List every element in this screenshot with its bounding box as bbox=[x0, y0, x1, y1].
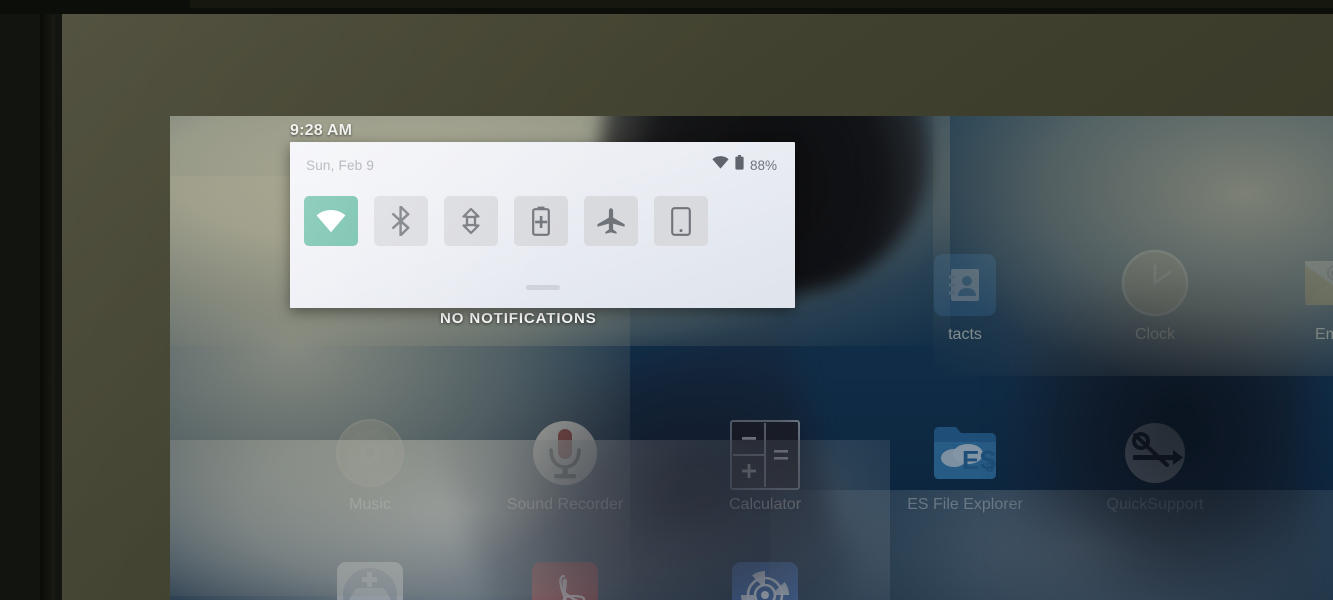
rotate-icon bbox=[457, 207, 485, 235]
app-icon-clock[interactable]: Clock bbox=[1080, 246, 1230, 344]
app-icon-image bbox=[1080, 416, 1230, 494]
quick-tile-auto-rotate[interactable] bbox=[444, 196, 498, 246]
app-icon-image bbox=[295, 416, 445, 494]
airplane-icon bbox=[596, 207, 626, 235]
microphone-icon bbox=[529, 417, 601, 494]
app-label: Clock bbox=[1134, 326, 1175, 343]
no-notifications-label: NO NOTIFICATIONS bbox=[440, 310, 597, 327]
app-icon-image bbox=[490, 416, 640, 494]
email-icon bbox=[1304, 257, 1333, 314]
calculator-icon bbox=[730, 420, 800, 490]
app-icon-contacts[interactable]: tacts bbox=[890, 246, 1040, 344]
adobe-acrobat-icon bbox=[532, 562, 598, 600]
app-label: Music bbox=[349, 496, 391, 513]
quick-tile-airplane-mode[interactable] bbox=[584, 196, 638, 246]
endoscope-icon bbox=[732, 562, 798, 600]
app-icon-image bbox=[690, 416, 840, 494]
app-icon-email[interactable]: Email bbox=[1260, 246, 1333, 344]
quick-tile-wifi[interactable] bbox=[304, 196, 358, 246]
tablet-cast-icon bbox=[671, 206, 691, 236]
app-icon-quicksupport[interactable]: QuickSupport bbox=[1080, 416, 1230, 514]
battery-icon bbox=[735, 155, 744, 175]
bluetooth-icon bbox=[390, 206, 412, 236]
status-bar: 9:28 AM bbox=[290, 118, 690, 144]
quick-settings-drag-handle[interactable] bbox=[525, 285, 560, 290]
battery-percent-label: 88% bbox=[749, 157, 777, 173]
car-diagnosis-icon bbox=[337, 562, 403, 600]
app-icon-image bbox=[1260, 246, 1333, 324]
app-label: Calculator bbox=[728, 496, 802, 513]
app-icon-sound-recorder[interactable]: Sound Recorder bbox=[490, 416, 640, 514]
wifi-icon bbox=[316, 209, 346, 233]
clock-icon bbox=[1120, 248, 1190, 323]
quicksupport-icon bbox=[1123, 421, 1187, 490]
quick-settings-panel[interactable]: Sun, Feb 9 88% bbox=[290, 142, 795, 308]
app-label: QuickSupport bbox=[1106, 496, 1204, 513]
app-icon-image bbox=[490, 556, 640, 600]
app-icon-image bbox=[295, 556, 445, 600]
status-bar-clock: 9:28 AM bbox=[290, 122, 353, 139]
app-icon-image: ES 3 bbox=[890, 416, 1040, 494]
quick-tile-cast[interactable] bbox=[654, 196, 708, 246]
contacts-icon bbox=[934, 254, 996, 316]
app-icon-es-file-explorer[interactable]: ES 3 ES File Explorer bbox=[890, 416, 1040, 514]
app-icon-calculator[interactable]: Calculator bbox=[690, 416, 840, 514]
quick-settings-status-icons: 88% bbox=[712, 155, 777, 175]
app-icon-adobe-acrobat[interactable]: Adobe Acrobat bbox=[490, 556, 640, 600]
app-icon-image bbox=[690, 556, 840, 600]
screenshot-root: tacts Clock Email Music bbox=[0, 0, 1333, 600]
quick-tile-battery-saver[interactable] bbox=[514, 196, 568, 246]
tablet-screen: tacts Clock Email Music bbox=[170, 116, 1333, 600]
app-icon-music[interactable]: Music bbox=[295, 416, 445, 514]
battery-plus-icon bbox=[531, 206, 551, 236]
photo-top-edge-inner bbox=[190, 0, 1333, 8]
wifi-icon bbox=[712, 156, 729, 174]
quick-tile-bluetooth[interactable] bbox=[374, 196, 428, 246]
app-label: Sound Recorder bbox=[506, 496, 624, 513]
quick-settings-header: Sun, Feb 9 88% bbox=[290, 142, 795, 188]
music-icon bbox=[334, 417, 406, 494]
app-label: Email bbox=[1314, 326, 1333, 343]
app-icon-image bbox=[1080, 246, 1230, 324]
es-file-explorer-icon: ES 3 bbox=[932, 422, 998, 489]
svg-text:3: 3 bbox=[986, 459, 994, 475]
app-icon-diagnosis[interactable]: Diagnosis bbox=[295, 556, 445, 600]
app-label: ES File Explorer bbox=[907, 496, 1023, 513]
app-icon-endoscope[interactable]: Endoscope bbox=[690, 556, 840, 600]
app-label: tacts bbox=[948, 326, 982, 343]
quick-settings-date: Sun, Feb 9 bbox=[306, 157, 375, 173]
quick-settings-tiles bbox=[304, 196, 708, 246]
app-icon-image bbox=[890, 246, 1040, 324]
